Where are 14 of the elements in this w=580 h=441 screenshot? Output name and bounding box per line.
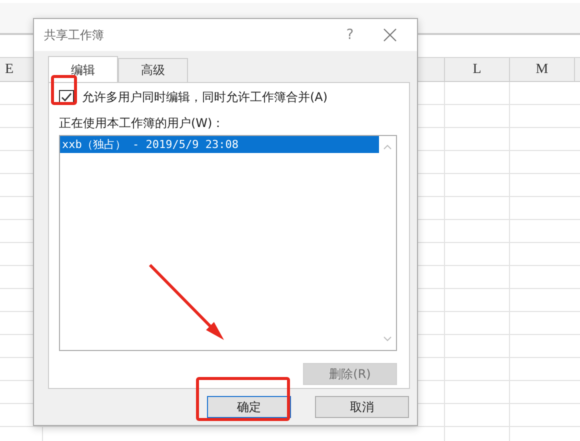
tab[interactable]: 编辑: [48, 56, 118, 82]
window-title: 共享工作簿: [44, 26, 105, 44]
users-label: 正在使用本工作簿的用户(W)：: [59, 115, 226, 132]
tab[interactable]: 高级: [118, 58, 188, 82]
highlight-frame: [51, 75, 77, 105]
column-header[interactable]: L: [445, 58, 510, 81]
column-header[interactable]: M: [510, 58, 575, 81]
list-item[interactable]: xxb（独占） - 2019/5/9 23:08: [60, 136, 379, 153]
dialog-button[interactable]: 取消: [315, 396, 409, 418]
close-icon[interactable]: [383, 28, 397, 42]
dialog-button[interactable]: 确定: [207, 396, 291, 418]
checkbox-label: 允许多用户同时编辑，同时允许工作簿合并(A): [82, 89, 328, 106]
help-button[interactable]: ?: [335, 27, 365, 43]
users-list[interactable]: xxb（独占） - 2019/5/9 23:08: [59, 135, 397, 351]
